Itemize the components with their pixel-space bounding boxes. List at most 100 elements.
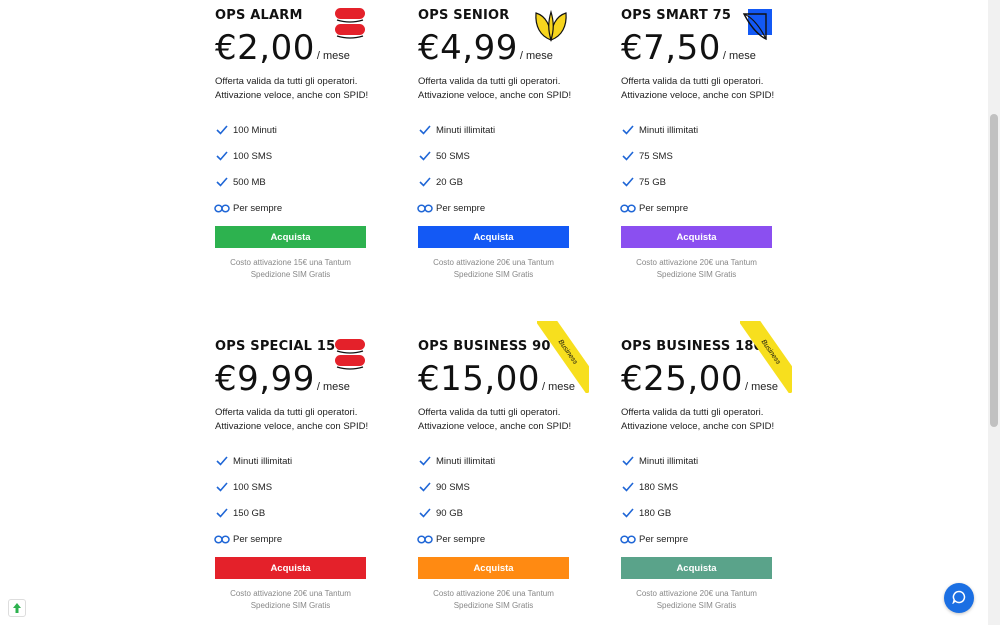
feature-item: Per sempre	[417, 526, 495, 552]
feature-label: 90 GB	[436, 507, 463, 519]
infinity-icon	[214, 533, 230, 545]
price-row: €25,00 / mese	[621, 359, 778, 399]
feature-label: Minuti illimitati	[233, 455, 293, 467]
feature-label: Per sempre	[639, 533, 689, 545]
note-line: Spedizione SIM Gratis	[250, 601, 331, 610]
feature-label: 100 SMS	[233, 150, 273, 162]
plan-period: / mese	[519, 50, 553, 62]
plan-card-ops-alarm: OPS ALARM €2,00 / mese Offerta valida da…	[214, 0, 368, 300]
desc-line: Attivazione veloce, anche con SPID!	[621, 89, 775, 101]
desc-line: Attivazione veloce, anche con SPID!	[215, 89, 369, 101]
feature-item: 50 SMS	[418, 143, 495, 169]
infinity-icon	[620, 202, 636, 214]
feature-label: 50 SMS	[436, 150, 470, 162]
chat-bubble-icon	[952, 590, 966, 607]
check-icon	[418, 481, 432, 493]
feature-label: 100 SMS	[233, 481, 273, 493]
plan-note: Costo attivazione 20€ una Tantum Spedizi…	[215, 588, 366, 612]
buy-button[interactable]: Acquista	[215, 557, 366, 579]
infinity-icon	[417, 533, 433, 545]
check-icon	[215, 176, 229, 188]
plan-card-ops-smart-75: OPS SMART 75 €7,50 / mese Offerta valida…	[620, 0, 774, 300]
feature-label: Per sempre	[233, 533, 283, 545]
green-upload-icon[interactable]	[8, 599, 26, 617]
note-line: Spedizione SIM Gratis	[250, 270, 331, 279]
feature-item: 75 GB	[621, 169, 698, 195]
plan-price: €25,00	[621, 359, 743, 399]
feature-item: 90 GB	[418, 500, 495, 526]
plan-title: OPS SMART 75	[621, 8, 732, 23]
desc-line: Offerta valida da tutti gli operatori.	[215, 76, 358, 87]
plan-price: €2,00	[215, 28, 315, 68]
desc-line: Attivazione veloce, anche con SPID!	[418, 420, 572, 432]
note-line: Costo attivazione 15€ una Tantum	[230, 258, 351, 267]
feature-label: 150 GB	[233, 507, 266, 519]
check-icon	[621, 455, 635, 467]
feature-item: Minuti illimitati	[418, 117, 495, 143]
note-line: Costo attivazione 20€ una Tantum	[433, 258, 554, 267]
feature-item: 100 Minuti	[215, 117, 282, 143]
feature-label: Per sempre	[436, 202, 486, 214]
infinity-icon	[620, 533, 636, 545]
scrollbar-thumb[interactable]	[990, 114, 998, 427]
feature-label: 500 MB	[233, 176, 266, 188]
chat-button[interactable]	[944, 583, 974, 613]
pricing-grid: OPS ALARM €2,00 / mese Offerta valida da…	[0, 0, 1000, 625]
plan-title: OPS SPECIAL 150	[215, 339, 345, 354]
check-icon	[215, 507, 229, 519]
plan-price: €9,99	[215, 359, 315, 399]
buy-button[interactable]: Acquista	[418, 226, 569, 248]
buy-button[interactable]: Acquista	[215, 226, 366, 248]
plan-card-ops-special-150: OPS SPECIAL 150 €9,99 / mese Offerta val…	[214, 331, 368, 625]
plan-period: / mese	[722, 50, 756, 62]
feature-list: Minuti illimitati 75 SMS 75 GB Per sempr…	[620, 117, 698, 221]
plan-description: Offerta valida da tutti gli operatori. A…	[215, 406, 375, 433]
feature-item: 500 MB	[215, 169, 282, 195]
plan-card-ops-business-90: OPS BUSINESS 90 Business €15,00 / mese O…	[417, 321, 589, 625]
price-row: €15,00 / mese	[418, 359, 575, 399]
check-icon	[215, 455, 229, 467]
check-icon	[418, 455, 432, 467]
plan-note: Costo attivazione 20€ una Tantum Spedizi…	[621, 588, 772, 612]
feature-item: 90 SMS	[418, 474, 495, 500]
note-line: Spedizione SIM Gratis	[453, 601, 534, 610]
buy-button[interactable]: Acquista	[621, 226, 772, 248]
desc-line: Attivazione veloce, anche con SPID!	[215, 420, 369, 432]
buy-button[interactable]: Acquista	[418, 557, 569, 579]
plan-price: €15,00	[418, 359, 540, 399]
check-icon	[215, 124, 229, 136]
check-icon	[621, 507, 635, 519]
note-line: Spedizione SIM Gratis	[656, 270, 737, 279]
check-icon	[215, 481, 229, 493]
feature-item: Minuti illimitati	[621, 448, 698, 474]
desc-line: Offerta valida da tutti gli operatori.	[418, 407, 561, 418]
check-icon	[418, 150, 432, 162]
price-row: €4,99 / mese	[418, 28, 553, 68]
plan-note: Costo attivazione 20€ una Tantum Spedizi…	[621, 257, 772, 281]
feature-label: Minuti illimitati	[436, 455, 496, 467]
price-row: €2,00 / mese	[215, 28, 350, 68]
feature-item: Per sempre	[620, 195, 698, 221]
feature-list: Minuti illimitati 90 SMS 90 GB Per sempr…	[417, 448, 496, 552]
feature-item: Minuti illimitati	[621, 117, 698, 143]
feature-item: Per sempre	[214, 195, 282, 221]
price-row: €9,99 / mese	[215, 359, 350, 399]
note-line: Spedizione SIM Gratis	[453, 270, 534, 279]
feature-label: Per sempre	[639, 202, 689, 214]
plan-description: Offerta valida da tutti gli operatori. A…	[215, 75, 375, 102]
plan-description: Offerta valida da tutti gli operatori. A…	[621, 406, 781, 433]
note-line: Costo attivazione 20€ una Tantum	[636, 589, 757, 598]
price-row: €7,50 / mese	[621, 28, 756, 68]
buy-button[interactable]: Acquista	[621, 557, 772, 579]
feature-label: 20 GB	[436, 176, 463, 188]
feature-label: Minuti illimitati	[639, 124, 699, 136]
plan-title: OPS ALARM	[215, 8, 303, 23]
plan-description: Offerta valida da tutti gli operatori. A…	[418, 75, 578, 102]
desc-line: Offerta valida da tutti gli operatori.	[418, 76, 561, 87]
feature-list: Minuti illimitati 100 SMS 150 GB Per sem…	[214, 448, 293, 552]
feature-item: 100 SMS	[215, 143, 282, 169]
vertical-scrollbar[interactable]	[988, 0, 1000, 625]
feature-label: 180 GB	[639, 507, 672, 519]
desc-line: Attivazione veloce, anche con SPID!	[621, 420, 775, 432]
feature-label: 75 SMS	[639, 150, 673, 162]
